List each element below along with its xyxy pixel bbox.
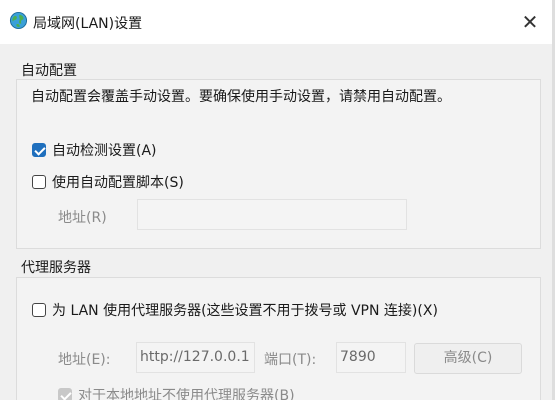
window-title: 局域网(LAN)设置 bbox=[33, 16, 143, 32]
auto-detect-label: 自动检测设置(A) bbox=[52, 143, 157, 159]
auto-config-group-title: 自动配置 bbox=[21, 63, 77, 79]
use-proxy-setting[interactable]: 为 LAN 使用代理服务器(这些设置不用于拨号或 VPN 连接)(X) bbox=[32, 300, 438, 320]
bypass-local-label: 对于本地地址不使用代理服务器(B) bbox=[78, 388, 295, 400]
script-address-input[interactable] bbox=[137, 199, 407, 230]
script-address-label: 地址(R) bbox=[58, 210, 107, 226]
bypass-local-setting[interactable]: 对于本地地址不使用代理服务器(B) bbox=[58, 385, 295, 400]
lan-settings-dialog: 局域网(LAN)设置 ✕ 自动配置 自动配置会覆盖手动设置。要确保使用手动设置，… bbox=[0, 0, 555, 400]
use-auto-config-script-setting[interactable]: 使用自动配置脚本(S) bbox=[32, 172, 184, 192]
proxy-group bbox=[16, 277, 541, 400]
proxy-group-title: 代理服务器 bbox=[21, 260, 91, 276]
use-auto-config-script-checkbox[interactable] bbox=[32, 175, 46, 189]
proxy-port-label: 端口(T): bbox=[264, 352, 317, 368]
close-button[interactable]: ✕ bbox=[508, 0, 552, 44]
use-proxy-label: 为 LAN 使用代理服务器(这些设置不用于拨号或 VPN 连接)(X) bbox=[52, 303, 438, 319]
bypass-local-checkbox[interactable] bbox=[58, 388, 72, 400]
title-bar: 局域网(LAN)设置 ✕ bbox=[0, 0, 555, 44]
use-proxy-checkbox[interactable] bbox=[32, 303, 46, 317]
globe-network-icon bbox=[9, 11, 28, 30]
proxy-port-input[interactable]: 7890 bbox=[336, 342, 406, 373]
auto-detect-checkbox[interactable] bbox=[32, 143, 46, 157]
advanced-button[interactable]: 高级(C) bbox=[414, 343, 522, 374]
close-icon: ✕ bbox=[521, 10, 539, 34]
proxy-address-label: 地址(E): bbox=[58, 352, 111, 368]
proxy-address-input[interactable]: http://127.0.0.1 bbox=[136, 342, 255, 373]
use-auto-config-script-label: 使用自动配置脚本(S) bbox=[52, 175, 184, 191]
auto-config-description: 自动配置会覆盖手动设置。要确保使用手动设置，请禁用自动配置。 bbox=[31, 89, 451, 105]
auto-detect-setting[interactable]: 自动检测设置(A) bbox=[32, 140, 157, 160]
